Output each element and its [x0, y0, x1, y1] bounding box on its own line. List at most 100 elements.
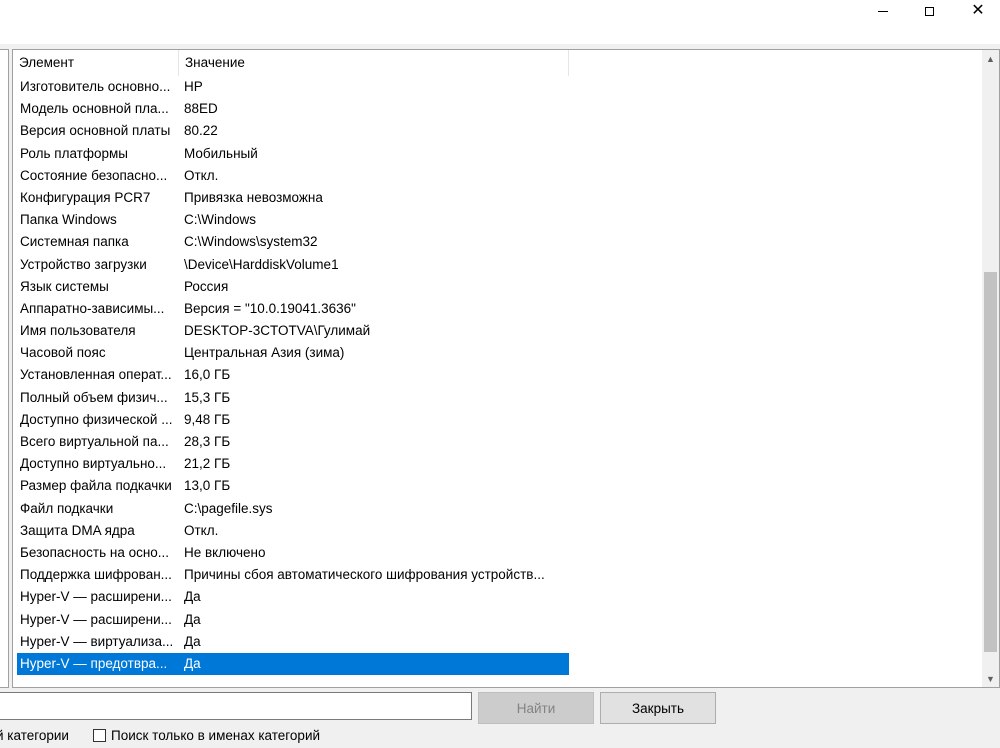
item-cell: Версия основной платы: [20, 123, 171, 139]
item-cell: Всего виртуальной па...: [20, 434, 169, 449]
value-cell: Привязка невозможна: [184, 189, 323, 205]
list-item[interactable]: Размер файла подкачки 13,0 ГБ: [17, 475, 569, 497]
item-cell: Часовой пояс: [20, 345, 106, 361]
maximize-icon: [924, 6, 934, 16]
list-item[interactable]: Поддержка шифрован... Причины сбоя автома…: [17, 564, 569, 586]
search-input[interactable]: [0, 692, 472, 720]
selected-category-checkbox-label[interactable]: й категории: [0, 726, 69, 746]
item-cell: Конфигурация PCR7: [20, 189, 151, 205]
maximize-button[interactable]: [906, 0, 952, 22]
list-item[interactable]: Системная папка C:\Windows\system32: [17, 231, 569, 253]
list-item[interactable]: Модель основной пла... 88ED: [17, 98, 569, 120]
value-cell: DESKTOP-3CTOTVA\Гулимай: [184, 323, 371, 339]
list-item[interactable]: Папка Windows C:\Windows: [17, 209, 569, 231]
value-cell: Мобильный: [184, 145, 258, 161]
value-cell: Россия: [184, 278, 229, 294]
value-cell: 15,3 ГБ: [184, 389, 231, 405]
value-cell: Да: [184, 655, 201, 671]
item-cell: Системная папка: [20, 234, 129, 250]
value-cell: Да: [184, 589, 201, 605]
list-item[interactable]: Изготовитель основно... HP: [17, 76, 569, 98]
item-cell: Доступно физической ...: [20, 411, 173, 427]
value-cell: 13,0 ГБ: [184, 478, 231, 494]
item-cell: Имя пользователя: [20, 323, 136, 339]
title-bar: ✕: [0, 0, 1000, 44]
category-tree-pane[interactable]: [0, 49, 9, 688]
item-cell: Устройство загрузки: [20, 256, 147, 272]
list-item[interactable]: Язык системы Россия: [17, 276, 569, 298]
names-only-checkbox[interactable]: [93, 729, 106, 742]
item-cell: Размер файла подкачки: [20, 478, 172, 494]
value-cell: HP: [184, 79, 203, 94]
close-icon: ✕: [971, 2, 985, 19]
column-header-item[interactable]: Элемент: [13, 50, 179, 76]
minimize-button[interactable]: [860, 0, 906, 22]
minimize-icon: [878, 10, 888, 12]
value-cell: Да: [184, 611, 201, 627]
value-cell: C:\Windows\system32: [184, 234, 318, 250]
item-cell: Файл подкачки: [20, 500, 114, 516]
value-cell: 21,2 ГБ: [184, 456, 231, 472]
item-cell: Изготовитель основно...: [20, 79, 171, 94]
value-cell: 80.22: [184, 123, 218, 139]
list-item[interactable]: Доступно физической ... 9,48 ГБ: [17, 409, 569, 431]
value-cell: C:\Windows: [184, 212, 257, 228]
list-item[interactable]: Устройство загрузки \Device\HarddiskVolum…: [17, 254, 569, 276]
item-cell: Аппаратно-зависимы...: [20, 300, 165, 316]
value-cell: Причины сбоя автоматического шифрования …: [184, 567, 545, 583]
list-item[interactable]: Часовой пояс Центральная Азия (зима): [17, 342, 569, 364]
item-cell: Безопасность на осно...: [20, 544, 170, 560]
list-item[interactable]: Защита DMA ядра Откл.: [17, 520, 569, 542]
list-item[interactable]: Роль платформы Мобильный: [17, 143, 569, 165]
item-cell: Доступно виртуально...: [20, 456, 167, 472]
item-cell: Hyper-V — расширени...: [20, 611, 172, 627]
vertical-scrollbar[interactable]: ▲ ▼: [982, 50, 999, 687]
list-item[interactable]: Hyper-V — расширени... Да: [17, 609, 569, 631]
list-item[interactable]: Hyper-V — виртуализа... Да: [17, 631, 569, 653]
value-cell: Откл.: [184, 522, 219, 538]
list-item[interactable]: Аппаратно-зависимы... Версия = "10.0.1904…: [17, 298, 569, 320]
item-cell: Hyper-V — расширени...: [20, 589, 172, 605]
value-cell: 28,3 ГБ: [184, 434, 231, 449]
list-item[interactable]: Доступно виртуально... 21,2 ГБ: [17, 453, 569, 475]
item-cell: Роль платформы: [20, 145, 128, 161]
value-cell: 9,48 ГБ: [184, 411, 231, 427]
list-item[interactable]: Полный объем физич... 15,3 ГБ: [17, 387, 569, 409]
item-cell: Hyper-V — виртуализа...: [20, 633, 174, 649]
item-cell: Защита DMA ядра: [20, 522, 135, 538]
item-cell: Модель основной пла...: [20, 101, 169, 117]
value-cell: C:\pagefile.sys: [184, 500, 273, 516]
column-header-value[interactable]: Значение: [179, 50, 569, 76]
item-cell: Поддержка шифрован...: [20, 567, 172, 583]
list-item[interactable]: Безопасность на осно... Не включено: [17, 542, 569, 564]
list-item[interactable]: Конфигурация PCR7 Привязка невозможна: [17, 187, 569, 209]
close-button[interactable]: Закрыть: [600, 692, 716, 724]
list-rows: Изготовитель основно... HP Модель основной…: [17, 76, 569, 676]
list-item[interactable]: Состояние безопасно... Откл.: [17, 165, 569, 187]
names-only-checkbox-label[interactable]: Поиск только в именах категорий: [111, 726, 320, 746]
item-cell: Язык системы: [20, 278, 109, 294]
value-cell: 16,0 ГБ: [184, 367, 231, 383]
list-item[interactable]: Установленная операт... 16,0 ГБ: [17, 364, 569, 386]
item-cell: Hyper-V — предотвра...: [20, 655, 168, 671]
details-list-view[interactable]: Элемент Значение Изготовитель основно...…: [12, 49, 1000, 688]
list-item[interactable]: Hyper-V — расширени... Да: [17, 586, 569, 608]
value-cell: 88ED: [184, 101, 218, 117]
scrollbar-thumb[interactable]: [984, 272, 997, 652]
item-cell: Папка Windows: [20, 212, 117, 228]
list-item[interactable]: Файл подкачки C:\pagefile.sys: [17, 498, 569, 520]
value-cell: Версия = "10.0.19041.3636": [184, 300, 356, 316]
scroll-up-arrow-icon[interactable]: ▲: [982, 50, 999, 67]
list-item[interactable]: Всего виртуальной па... 28,3 ГБ: [17, 431, 569, 453]
value-cell: Да: [184, 633, 201, 649]
item-cell: Установленная операт...: [20, 367, 172, 383]
item-cell: Полный объем физич...: [20, 389, 168, 405]
list-item-selected[interactable]: Hyper-V — предотвра... Да: [17, 652, 569, 676]
value-cell: Откл.: [184, 167, 219, 183]
list-item[interactable]: Версия основной платы 80.22: [17, 120, 569, 142]
scroll-down-arrow-icon[interactable]: ▼: [982, 670, 999, 687]
find-button[interactable]: Найти: [478, 692, 594, 724]
list-item[interactable]: Имя пользователя DESKTOP-3CTOTVA\Гулимай: [17, 320, 569, 342]
value-cell: \Device\HarddiskVolume1: [184, 256, 339, 272]
close-window-button[interactable]: ✕: [955, 0, 1000, 22]
